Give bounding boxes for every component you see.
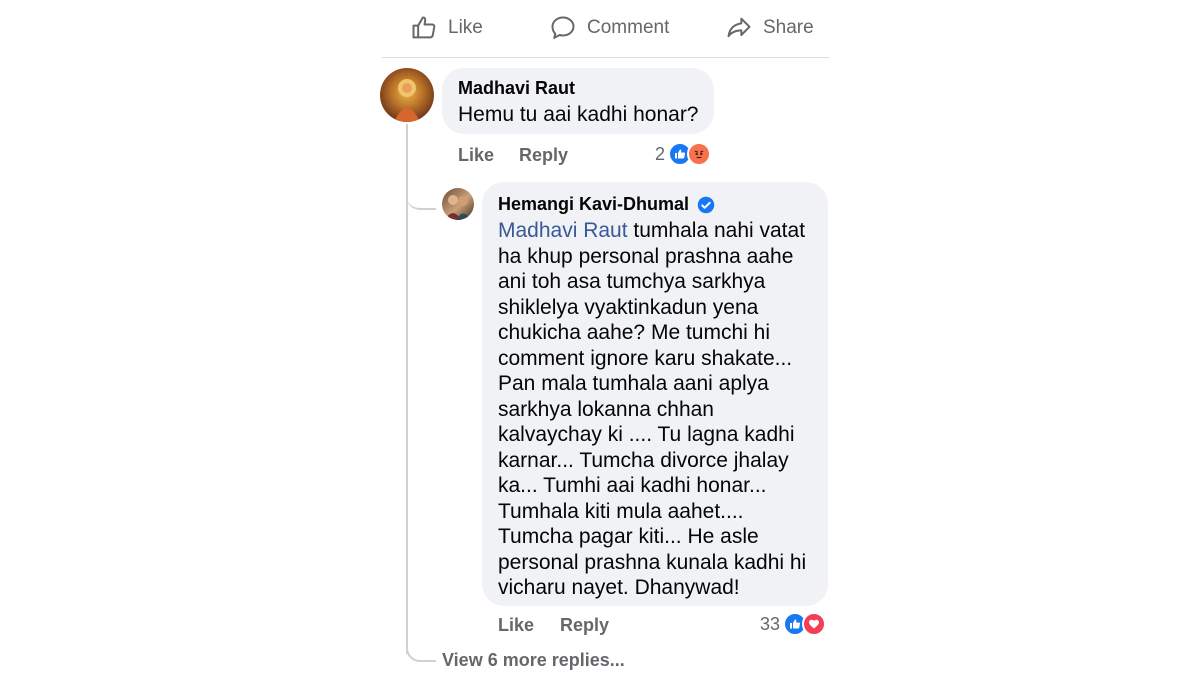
reply-reactions[interactable]: 33	[760, 612, 827, 636]
deity-image	[394, 79, 420, 122]
comment-icon	[551, 16, 575, 39]
love-icon	[802, 612, 827, 636]
reply-line: Pan mala tumhala aani aplya	[498, 372, 769, 395]
thread-connector-reply	[406, 184, 436, 210]
reply-line: kalvaychay ki .... Tu lagna kadhi	[498, 423, 795, 446]
verified-badge-icon	[697, 196, 715, 213]
hemangi-avatar[interactable]	[442, 188, 474, 220]
share-action-label: Share	[763, 17, 814, 38]
share-action-button[interactable]: Share	[725, 14, 814, 42]
reply-line: karnar... Tumcha divorce jhalay	[498, 448, 789, 472]
reply-text: Madhavi Raut tumhala nahi vatat ha khup …	[498, 218, 823, 601]
reply-line: chukicha aahe? Me tumchi hi	[498, 321, 770, 344]
reply-reply-link[interactable]: Reply	[560, 615, 609, 636]
reply-author-row: Hemangi Kavi-Dhumal	[498, 194, 715, 215]
thumbs-up-icon	[412, 16, 436, 39]
reply-reaction-count: 33	[760, 613, 781, 634]
comment-reply-link[interactable]: Reply	[519, 145, 568, 166]
reply-line: comment ignore karu shakate...	[498, 346, 793, 370]
reply-line: shiklelya vyaktinkadun yena	[498, 295, 759, 319]
action-bar-divider	[382, 57, 829, 58]
angry-icon	[687, 142, 712, 166]
reply-bubble: Hemangi Kavi-Dhumal Madhavi Raut tumhala…	[482, 182, 828, 606]
profile-photo	[445, 195, 471, 220]
reply-like-link[interactable]: Like	[498, 615, 534, 636]
reply-author[interactable]: Hemangi Kavi-Dhumal	[498, 194, 689, 215]
comment-text: Hemu tu aai kadhi honar?	[458, 103, 699, 126]
comment-action-label: Comment	[587, 17, 670, 38]
comment-bubble: Madhavi Raut Hemu tu aai kadhi honar?	[442, 68, 714, 134]
comment-reactions[interactable]: 2	[655, 142, 712, 166]
reply-line: tumhala nahi vatat	[627, 219, 806, 242]
reply-line: ani toh asa tumchya sarkhya	[498, 270, 766, 293]
reply-line: personal prashna kunala kadhi hi	[498, 550, 807, 574]
view-more-replies-link[interactable]: View 6 more replies...	[442, 650, 625, 671]
comment-author[interactable]: Madhavi Raut	[458, 78, 575, 99]
thread-connector-more	[406, 636, 436, 662]
comment-reaction-count: 2	[655, 143, 666, 164]
reply-line: sarkhya lokanna chhan	[498, 397, 714, 421]
like-action-label: Like	[448, 17, 483, 38]
reply-line: ha khup personal prashna aahe	[498, 244, 794, 268]
share-icon	[727, 17, 751, 38]
reply-line: vicharu nayet. Dhanywad!	[498, 576, 740, 599]
comment-action-button[interactable]: Comment	[549, 14, 669, 42]
reply-line: Tumcha pagar kiti... He asle	[498, 525, 759, 548]
reply-line: ka... Tumhi aai kadhi honar...	[498, 474, 767, 497]
reply-mention-link[interactable]: Madhavi Raut	[498, 219, 628, 242]
madhavi-raut-avatar[interactable]	[380, 68, 434, 122]
comment-like-link[interactable]: Like	[458, 145, 494, 166]
reply-line: Tumhala kiti mula aahet....	[498, 499, 744, 523]
like-action-button[interactable]: Like	[410, 14, 483, 42]
